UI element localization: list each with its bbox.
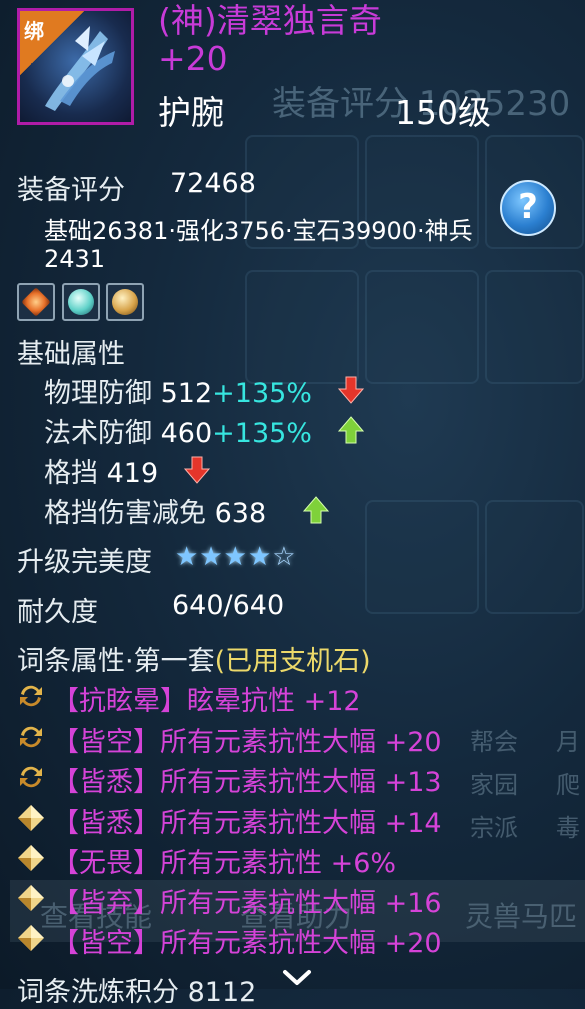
fire-gem-icon[interactable] xyxy=(17,283,55,321)
arrow-down-icon xyxy=(338,376,364,404)
affix-header-note: (已用支机石) xyxy=(214,646,371,677)
affix-text: 所有元素抗性大幅 +13 xyxy=(160,767,442,798)
attr-value: 460 xyxy=(160,418,213,449)
affix-row: 【皆悉】所有元素抗性大幅 +14 xyxy=(52,801,442,840)
bg-slot xyxy=(365,500,479,614)
score-breakdown: 基础26381·强化3756·宝石39900·神兵2431 xyxy=(44,217,473,273)
perfection-label: 升级完美度 xyxy=(17,547,152,578)
affix-text: 眩晕抗性 +12 xyxy=(187,686,361,717)
score-value: 72468 xyxy=(170,168,256,199)
affix-row: 【无畏】所有元素抗性 +6% xyxy=(52,841,396,880)
swap-icon xyxy=(20,726,42,748)
bg-slot xyxy=(485,270,584,384)
star-filled-icon: ★ xyxy=(199,542,223,572)
help-button[interactable]: ? xyxy=(500,180,556,236)
affix-tag: 【无畏】 xyxy=(52,848,160,879)
star-filled-icon: ★ xyxy=(175,542,199,572)
attr-value: 419 xyxy=(106,458,159,489)
star-filled-icon: ★ xyxy=(247,542,272,572)
diamond-icon xyxy=(18,845,44,871)
bg-mounts-button: 灵兽马匹 xyxy=(465,900,578,933)
question-icon: ? xyxy=(518,187,538,227)
attr-name: 格挡 xyxy=(44,458,98,489)
item-level: 150级 xyxy=(395,93,491,132)
star-empty-icon: ☆ xyxy=(272,542,296,572)
affix-tag: 【皆弃】 xyxy=(52,888,160,919)
attr-row-block-damage-reduction: 格挡伤害减免 638 xyxy=(44,491,266,530)
bind-label: 绑 xyxy=(24,19,44,43)
base-attrs-header: 基础属性 xyxy=(17,339,125,370)
affix-row: 【皆空】所有元素抗性大幅 +20 xyxy=(52,720,442,759)
attr-bonus: +135% xyxy=(212,378,312,409)
star-filled-icon: ★ xyxy=(223,542,247,572)
affix-header: 词条属性·第一套(已用支机石) xyxy=(17,639,371,678)
chevron-down-icon[interactable] xyxy=(282,967,312,989)
attr-row-magic-defense: 法术防御 460+135% xyxy=(44,411,312,450)
attr-name: 法术防御 xyxy=(44,418,152,449)
affix-row: 【抗眩晕】眩晕抗性 +12 xyxy=(52,679,361,718)
water-gem-icon[interactable] xyxy=(62,283,100,321)
attr-row-block: 格挡 419 xyxy=(44,451,158,490)
bg-tab-right: 爬 xyxy=(556,771,580,799)
durability-label: 耐久度 xyxy=(17,597,98,628)
arrow-down-icon xyxy=(184,456,210,484)
affix-text: 所有元素抗性大幅 +16 xyxy=(160,888,442,919)
swap-icon xyxy=(20,685,42,707)
attr-name: 物理防御 xyxy=(44,378,152,409)
affix-tag: 【皆空】 xyxy=(52,727,160,758)
bg-tab-right: 毒 xyxy=(556,814,580,842)
perfection-stars: ★★★★☆ xyxy=(175,541,297,572)
score-label: 装备评分 xyxy=(17,175,125,206)
affix-text: 所有元素抗性大幅 +14 xyxy=(160,808,442,839)
affix-tag: 【皆悉】 xyxy=(52,767,160,798)
affix-text: 所有元素抗性大幅 +20 xyxy=(160,928,442,959)
durability-value: 640/640 xyxy=(172,590,285,621)
diamond-icon xyxy=(18,925,44,951)
affix-tag: 【抗眩晕】 xyxy=(52,686,187,717)
affix-row: 【皆悉】所有元素抗性大幅 +13 xyxy=(52,760,442,799)
arrow-up-icon xyxy=(303,496,329,524)
affix-text: 所有元素抗性 +6% xyxy=(160,848,397,879)
refine-score: 词条洗炼积分 8112 xyxy=(17,977,257,1008)
attr-row-physical-defense: 物理防御 512+135% xyxy=(44,371,312,410)
swap-icon xyxy=(20,766,42,788)
item-icon[interactable]: 绑 xyxy=(17,8,134,125)
bg-slot xyxy=(485,500,584,614)
attr-value: 512 xyxy=(160,378,213,409)
diamond-icon xyxy=(18,885,44,911)
item-name: (神)清翠独言奇 +20 xyxy=(158,1,382,78)
affix-row: 【皆空】所有元素抗性大幅 +20 xyxy=(52,921,442,960)
arrow-up-icon xyxy=(338,416,364,444)
affix-header-main: 词条属性·第一套 xyxy=(17,646,215,677)
affix-tag: 【皆空】 xyxy=(52,928,160,959)
bg-tab-sect: 宗派 xyxy=(470,814,518,842)
affix-row: 【皆弃】所有元素抗性大幅 +16 xyxy=(52,881,442,920)
bg-slot xyxy=(245,270,359,384)
bg-tab-guild: 帮会 xyxy=(470,728,518,756)
diamond-icon xyxy=(18,805,44,831)
bg-tab-right: 月 xyxy=(556,728,580,756)
item-slot: 护腕 xyxy=(158,93,224,132)
affix-text: 所有元素抗性大幅 +20 xyxy=(160,727,442,758)
affix-tag: 【皆悉】 xyxy=(52,808,160,839)
attr-name: 格挡伤害减免 xyxy=(44,498,206,529)
bg-tab-home: 家园 xyxy=(470,771,518,799)
bg-slot xyxy=(365,270,479,384)
attr-value: 638 xyxy=(214,498,267,529)
gold-gem-icon[interactable] xyxy=(106,283,144,321)
attr-bonus: +135% xyxy=(212,418,312,449)
